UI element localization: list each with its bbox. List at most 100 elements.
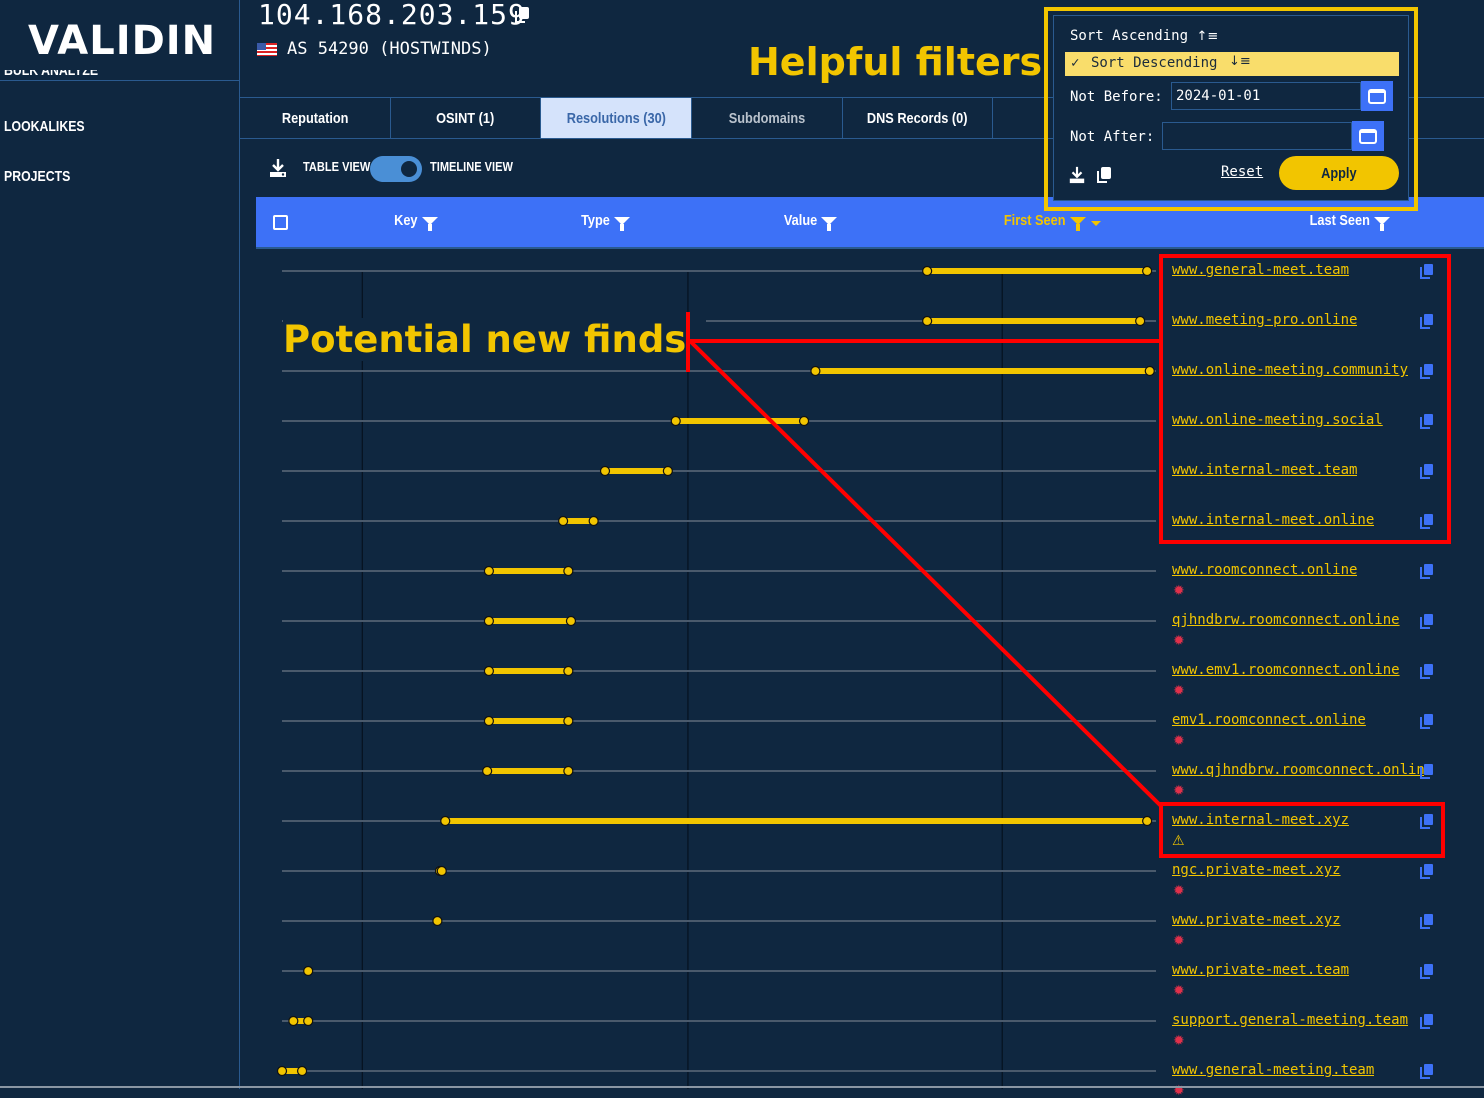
copy-icon[interactable] xyxy=(1420,564,1434,579)
last-seen-point xyxy=(303,1015,314,1027)
column-header-value[interactable]: Value xyxy=(778,212,838,231)
copy-icon[interactable] xyxy=(1420,364,1434,379)
resolution-domain-link[interactable]: www.internal-meet.online xyxy=(1172,512,1374,528)
not-after-input[interactable] xyxy=(1162,122,1352,150)
first-seen-point xyxy=(922,265,933,277)
timeline-view-label[interactable]: TIMELINE VIEW xyxy=(430,159,513,174)
last-seen-point xyxy=(563,715,574,727)
filter-icon[interactable] xyxy=(1069,216,1086,231)
copy-icon[interactable] xyxy=(1420,614,1434,629)
copy-icon[interactable] xyxy=(1096,166,1112,184)
column-header-last-seen[interactable]: Last Seen xyxy=(1299,212,1390,231)
resolution-domain-link[interactable]: www.online-meeting.community xyxy=(1172,362,1408,378)
copy-icon[interactable] xyxy=(1420,514,1434,529)
calendar-icon xyxy=(1368,87,1387,104)
malicious-badge-icon: ✹ xyxy=(1173,882,1185,898)
sort-ascending-option[interactable]: Sort Ascending ↑≡ xyxy=(1070,28,1218,44)
copy-icon[interactable] xyxy=(1420,314,1434,329)
filter-icon[interactable] xyxy=(1373,216,1390,231)
copy-icon[interactable] xyxy=(1420,264,1434,279)
filter-icon[interactable] xyxy=(613,216,630,231)
apply-button[interactable]: Apply xyxy=(1279,156,1399,190)
column-header-type[interactable]: Type xyxy=(576,212,630,231)
not-after-calendar-button[interactable] xyxy=(1352,121,1384,151)
table-view-label[interactable]: TABLE VIEW xyxy=(303,159,370,174)
resolution-domain-link[interactable]: www.private-meet.team xyxy=(1172,962,1349,978)
first-seen-point xyxy=(432,915,443,927)
annotation-helpful-filters: Helpful filters xyxy=(748,40,1043,84)
first-seen-point xyxy=(483,565,495,577)
last-seen-point xyxy=(563,765,574,777)
resolution-domain-link[interactable]: www.general-meet.team xyxy=(1172,262,1349,278)
resolution-domain-link[interactable]: www.emv1.roomconnect.online xyxy=(1172,662,1400,678)
tab-osint[interactable]: OSINT (1) xyxy=(391,98,542,138)
last-seen-point xyxy=(1142,265,1153,277)
resolution-domain-link[interactable]: www.internal-meet.xyz xyxy=(1172,812,1349,828)
asn-info: AS 54290 (HOSTWINDS) xyxy=(257,39,492,59)
view-toggle[interactable] xyxy=(370,156,422,182)
sort-ascending-icon: ↑≡ xyxy=(1196,29,1219,44)
first-seen-point xyxy=(440,815,451,827)
reset-link[interactable]: Reset xyxy=(1221,164,1263,180)
resolution-domain-link[interactable]: www.roomconnect.online xyxy=(1172,562,1357,578)
validin-logo[interactable]: VALIDIN xyxy=(28,18,216,64)
copy-icon[interactable] xyxy=(1420,714,1434,729)
first-seen-point xyxy=(922,315,933,327)
column-label: First Seen xyxy=(1003,212,1066,229)
malicious-badge-icon: ✹ xyxy=(1173,632,1185,648)
copy-icon[interactable] xyxy=(1420,1064,1434,1079)
sort-descending-option[interactable]: ✓ Sort Descending ↓≡ xyxy=(1065,52,1399,76)
first-seen-point xyxy=(483,615,495,627)
tab-resolutions[interactable]: Resolutions (30) xyxy=(541,98,692,138)
asn-label: AS 54290 (HOSTWINDS) xyxy=(287,39,492,59)
download-icon[interactable] xyxy=(268,158,288,178)
malicious-badge-icon: ✹ xyxy=(1173,1032,1185,1048)
resolution-domain-link[interactable]: www.qjhndbrw.roomconnect.online xyxy=(1172,762,1424,778)
resolution-domain-link[interactable]: www.online-meeting.social xyxy=(1172,412,1383,428)
last-seen-point xyxy=(436,865,447,877)
not-before-input[interactable]: 2024-01-01 xyxy=(1171,82,1361,110)
tab-dns-records[interactable]: DNS Records (0) xyxy=(843,98,994,138)
copy-icon[interactable] xyxy=(1420,764,1434,779)
tab-subdomains[interactable]: Subdomains xyxy=(692,98,843,138)
sidebar-item-lookalikes[interactable]: LOOKALIKES xyxy=(4,118,85,135)
resolution-domain-link[interactable]: qjhndbrw.roomconnect.online xyxy=(1172,612,1400,628)
download-icon[interactable] xyxy=(1068,166,1086,184)
malicious-badge-icon: ✹ xyxy=(1173,782,1185,798)
filter-icon[interactable] xyxy=(821,216,838,231)
last-seen-point xyxy=(1135,315,1146,327)
sort-desc-caret-icon[interactable] xyxy=(1090,221,1101,226)
select-all-checkbox[interactable] xyxy=(273,215,288,230)
resolution-domain-link[interactable]: ngc.private-meet.xyz xyxy=(1172,862,1341,878)
copy-icon[interactable] xyxy=(1420,414,1434,429)
copy-icon[interactable] xyxy=(1420,914,1434,929)
copy-icon[interactable] xyxy=(1420,864,1434,879)
first-seen-point xyxy=(482,765,493,777)
copy-icon[interactable] xyxy=(1420,464,1434,479)
not-before-calendar-button[interactable] xyxy=(1361,81,1393,111)
check-icon: ✓ xyxy=(1071,55,1080,71)
last-seen-point xyxy=(798,415,810,427)
first-seen-point xyxy=(599,465,611,477)
tab-reputation[interactable]: Reputation xyxy=(240,98,391,138)
copy-icon[interactable] xyxy=(514,6,530,24)
column-header-key[interactable]: Key xyxy=(390,212,438,231)
resolution-domain-link[interactable]: support.general-meeting.team xyxy=(1172,1012,1408,1028)
copy-icon[interactable] xyxy=(1420,964,1434,979)
resolution-domain-link[interactable]: emv1.roomconnect.online xyxy=(1172,712,1366,728)
first-seen-point xyxy=(483,715,495,727)
resolution-domain-link[interactable]: www.general-meeting.team xyxy=(1172,1062,1374,1078)
copy-icon[interactable] xyxy=(1420,1014,1434,1029)
sort-ascending-label: Sort Ascending xyxy=(1070,28,1189,44)
first-seen-point xyxy=(303,965,314,977)
filter-icon[interactable] xyxy=(421,216,438,231)
copy-icon[interactable] xyxy=(1420,664,1434,679)
resolution-domain-link[interactable]: www.internal-meet.team xyxy=(1172,462,1357,478)
sort-descending-label: Sort Descending xyxy=(1091,55,1218,71)
resolution-domain-link[interactable]: www.private-meet.xyz xyxy=(1172,912,1341,928)
sidebar-item-projects[interactable]: PROJECTS xyxy=(4,168,70,185)
resolution-domain-link[interactable]: www.meeting-pro.online xyxy=(1172,312,1357,328)
column-header-first-seen[interactable]: First Seen xyxy=(993,212,1101,231)
copy-icon[interactable] xyxy=(1420,814,1434,829)
column-label: Last Seen xyxy=(1309,212,1370,229)
